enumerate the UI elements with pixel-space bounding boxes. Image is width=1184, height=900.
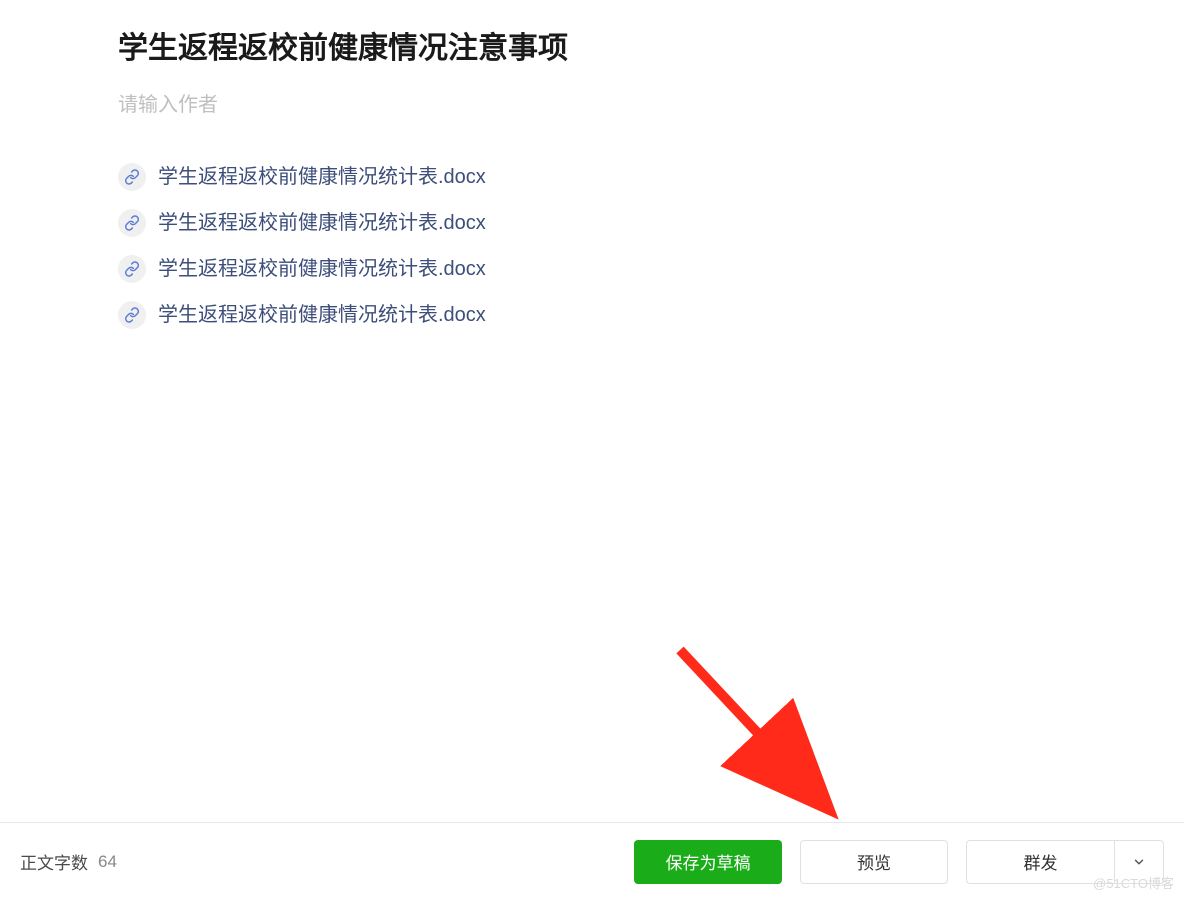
attachment-item[interactable]: 学生返程返校前健康情况统计表.docx [118, 301, 1184, 329]
chevron-down-icon [1132, 855, 1146, 869]
link-icon [118, 209, 146, 237]
attachment-item[interactable]: 学生返程返校前健康情况统计表.docx [118, 163, 1184, 191]
article-title[interactable]: 学生返程返校前健康情况注意事项 [118, 28, 1184, 70]
publish-button[interactable]: 群发 [966, 840, 1114, 884]
annotation-arrow [660, 630, 880, 850]
attachment-name: 学生返程返校前健康情况统计表.docx [158, 256, 486, 282]
editor-content: 学生返程返校前健康情况注意事项 请输入作者 学生返程返校前健康情况统计表.doc… [0, 0, 1184, 329]
author-input-placeholder[interactable]: 请输入作者 [118, 88, 1184, 117]
link-icon [118, 163, 146, 191]
word-count: 正文字数 64 [20, 849, 117, 874]
word-count-label: 正文字数 [20, 849, 88, 874]
attachment-list: 学生返程返校前健康情况统计表.docx 学生返程返校前健康情况统计表.docx … [118, 163, 1184, 329]
attachment-name: 学生返程返校前健康情况统计表.docx [158, 164, 486, 190]
footer-actions: 保存为草稿 预览 群发 [634, 840, 1164, 884]
attachment-name: 学生返程返校前健康情况统计表.docx [158, 302, 486, 328]
preview-button[interactable]: 预览 [800, 840, 948, 884]
save-draft-button[interactable]: 保存为草稿 [634, 840, 782, 884]
attachment-name: 学生返程返校前健康情况统计表.docx [158, 210, 486, 236]
watermark: @51CTO博客 [1093, 873, 1174, 892]
link-icon [118, 255, 146, 283]
footer-bar: 正文字数 64 保存为草稿 预览 群发 [0, 822, 1184, 900]
attachment-item[interactable]: 学生返程返校前健康情况统计表.docx [118, 255, 1184, 283]
link-icon [118, 301, 146, 329]
word-count-value: 64 [98, 852, 117, 872]
attachment-item[interactable]: 学生返程返校前健康情况统计表.docx [118, 209, 1184, 237]
